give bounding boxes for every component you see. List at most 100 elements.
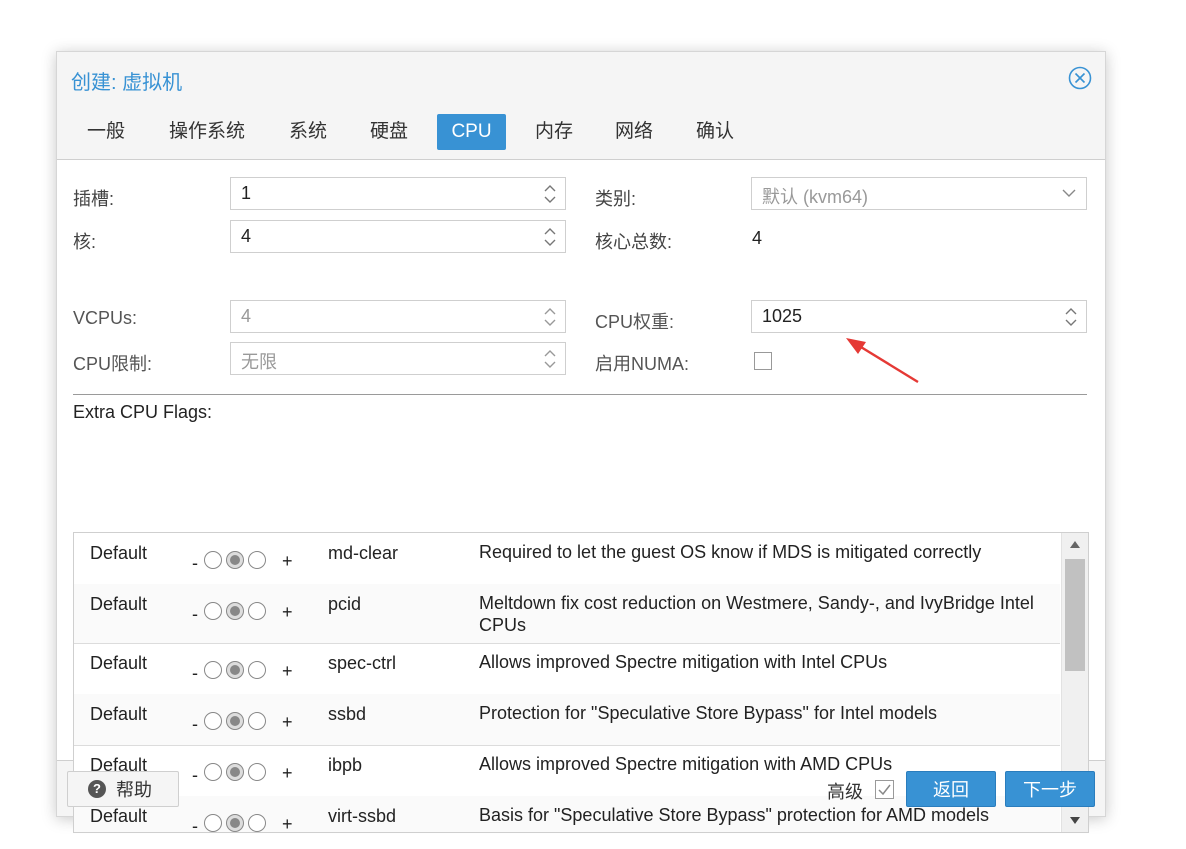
flag-tristate-toggle: - +: [190, 598, 300, 624]
minus-label: -: [192, 663, 198, 683]
tab-system[interactable]: 系统: [281, 114, 335, 150]
minus-label: -: [192, 553, 198, 573]
flag-default-radio[interactable]: [226, 661, 244, 679]
tab-os[interactable]: 操作系统: [161, 114, 253, 150]
extra-cpu-flags-title: Extra CPU Flags:: [73, 402, 213, 422]
flag-on-radio[interactable]: [248, 814, 266, 832]
total-cores-label: 核心总数:: [595, 232, 673, 252]
flag-description: Protection for "Speculative Store Bypass…: [479, 703, 937, 723]
plus-label: +: [282, 661, 293, 681]
close-icon[interactable]: [1068, 66, 1092, 90]
spinner-icon[interactable]: [1064, 305, 1078, 329]
cores-field[interactable]: 4: [230, 220, 566, 253]
dialog-title: 创建: 虚拟机: [71, 72, 183, 94]
help-label: 帮助: [116, 780, 152, 800]
cpu-limit-label: CPU限制:: [73, 354, 153, 374]
flag-tristate-toggle: - +: [190, 708, 300, 734]
type-label: 类别:: [595, 189, 637, 209]
help-button[interactable]: ? 帮助: [67, 771, 179, 807]
cpu-panel: 插槽: 1 核: 4 类别: 默认 (kvm64) 核心总数: 4 VCPUs:…: [57, 159, 1105, 833]
flag-default-radio[interactable]: [226, 712, 244, 730]
tab-memory[interactable]: 内存: [527, 114, 581, 150]
flag-state: Default: [90, 543, 148, 563]
table-row: Default - + spec-ctrl Allows improved Sp…: [74, 643, 1060, 695]
table-row: Default - + pcid Meltdown fix cost reduc…: [74, 584, 1060, 644]
cpu-type-value: 默认 (kvm64): [762, 187, 869, 207]
vcpus-label: VCPUs:: [73, 308, 138, 328]
plus-label: +: [282, 814, 293, 833]
help-icon: ?: [88, 780, 106, 798]
advanced-separator: [73, 394, 1087, 395]
vcpus-value: 4: [241, 306, 252, 326]
flag-default-radio[interactable]: [226, 551, 244, 569]
flag-state: Default: [90, 594, 148, 614]
minus-label: -: [192, 816, 198, 833]
flag-tristate-toggle: - +: [190, 657, 300, 683]
minus-label: -: [192, 714, 198, 734]
tab-cpu[interactable]: CPU: [437, 114, 506, 150]
chevron-down-icon[interactable]: [1062, 188, 1076, 198]
flag-on-radio[interactable]: [248, 712, 266, 730]
cpu-type-select[interactable]: 默认 (kvm64): [751, 177, 1087, 210]
flag-name: pcid: [328, 594, 362, 614]
flag-tristate-toggle: - +: [190, 547, 300, 573]
flag-on-radio[interactable]: [248, 661, 266, 679]
plus-label: +: [282, 551, 293, 571]
cpu-units-value: 1025: [762, 306, 803, 326]
table-row: Default - + ssbd Protection for "Specula…: [74, 694, 1060, 746]
sockets-field[interactable]: 1: [230, 177, 566, 210]
next-button[interactable]: 下一步: [1005, 771, 1095, 807]
flag-state: Default: [90, 704, 148, 724]
flag-default-radio[interactable]: [226, 602, 244, 620]
numa-checkbox[interactable]: [754, 352, 772, 370]
cpu-units-field[interactable]: 1025: [751, 300, 1087, 333]
flag-off-radio[interactable]: [204, 814, 222, 832]
flag-on-radio[interactable]: [248, 602, 266, 620]
scroll-thumb[interactable]: [1065, 559, 1085, 671]
scroll-down-icon[interactable]: [1070, 817, 1080, 824]
tab-general[interactable]: 一般: [79, 114, 133, 150]
checkmark-icon: [878, 784, 891, 796]
total-cores-value: 4: [752, 228, 763, 248]
scroll-up-icon[interactable]: [1070, 541, 1080, 548]
spinner-icon[interactable]: [543, 305, 557, 329]
create-vm-dialog: 创建: 虚拟机 一般 操作系统 系统 硬盘 CPU 内存 网络 确认 插槽: 1…: [56, 51, 1106, 833]
table-row: Default - + md-clear Required to let the…: [74, 533, 1060, 585]
annotation-arrow-icon: [846, 338, 919, 384]
spinner-icon[interactable]: [543, 182, 557, 206]
flag-off-radio[interactable]: [204, 712, 222, 730]
numa-label: 启用NUMA:: [595, 354, 689, 374]
sockets-label: 插槽:: [73, 189, 115, 209]
plus-label: +: [282, 712, 293, 732]
cores-value: 4: [241, 226, 252, 246]
flag-default-radio[interactable]: [226, 814, 244, 832]
advanced-label: 高级: [827, 782, 863, 802]
tab-confirm[interactable]: 确认: [688, 114, 742, 150]
spinner-icon[interactable]: [543, 347, 557, 371]
spinner-icon[interactable]: [543, 225, 557, 249]
cpu-limit-placeholder: 无限: [241, 352, 277, 372]
tab-network[interactable]: 网络: [607, 114, 661, 150]
flag-name: ssbd: [328, 704, 367, 724]
flag-off-radio[interactable]: [204, 551, 222, 569]
back-button[interactable]: 返回: [906, 771, 996, 807]
dialog-footer: ? 帮助 高级 返回 下一步: [57, 760, 1105, 816]
cpu-units-label: CPU权重:: [595, 312, 675, 332]
flag-name: spec-ctrl: [328, 653, 397, 673]
minus-label: -: [192, 604, 198, 624]
flag-off-radio[interactable]: [204, 602, 222, 620]
tab-disk[interactable]: 硬盘: [362, 114, 416, 150]
vcpus-field[interactable]: 4: [230, 300, 566, 333]
flag-name: md-clear: [328, 543, 399, 563]
sockets-value: 1: [241, 183, 252, 203]
flag-off-radio[interactable]: [204, 661, 222, 679]
flag-on-radio[interactable]: [248, 551, 266, 569]
flag-description: Required to let the guest OS know if MDS…: [479, 542, 982, 562]
flag-state: Default: [90, 653, 148, 673]
cpu-limit-field[interactable]: 无限: [230, 342, 566, 375]
plus-label: +: [282, 602, 293, 622]
advanced-checkbox[interactable]: [875, 780, 894, 799]
cores-label: 核:: [73, 232, 97, 252]
flag-description: Allows improved Spectre mitigation with …: [479, 652, 888, 672]
flag-description: Meltdown fix cost reduction on Westmere,…: [479, 593, 1034, 635]
